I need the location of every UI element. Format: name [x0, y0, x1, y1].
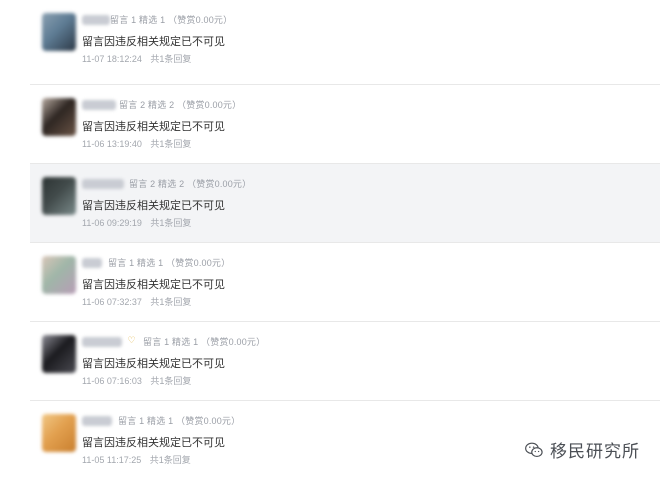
- comment-meta: 11-06 13:19:40 共1条回复: [82, 137, 191, 150]
- comment-meta: 11-06 07:32:37 共1条回复: [82, 295, 191, 308]
- comment-time: 11-06 07:32:37: [82, 297, 142, 307]
- wechat-icon: [525, 442, 543, 457]
- watermark: 移民研究所: [524, 437, 640, 462]
- reply-count[interactable]: 共1条回复: [150, 139, 191, 149]
- comment-message: 留言因违反相关规定已不可见: [82, 200, 225, 212]
- comment-item: ♡ 留言 1 精选 1 （赞赏0.00元） 留言因违反相关规定已不可见 11-0…: [30, 321, 660, 400]
- comment-item: 留言 1 精选 1 （赞赏0.00元） 留言因违反相关规定已不可见 11-07 …: [30, 0, 660, 84]
- reply-count[interactable]: 共1条回复: [150, 54, 191, 64]
- comment-time: 11-06 13:19:40: [82, 139, 142, 149]
- username-blurred[interactable]: [82, 100, 116, 110]
- comment-message: 留言因违反相关规定已不可见: [82, 358, 225, 370]
- comment-message: 留言因违反相关规定已不可见: [82, 437, 225, 449]
- comment-message: 留言因违反相关规定已不可见: [82, 121, 225, 133]
- comment-stats: 留言 1 精选 1 （赞赏0.00元）: [143, 337, 266, 347]
- comment-stats: 留言 1 精选 1 （赞赏0.00元）: [110, 15, 233, 25]
- avatar[interactable]: [42, 177, 76, 215]
- username-blurred[interactable]: [82, 416, 112, 426]
- comment-stats: 留言 1 精选 1 （赞赏0.00元）: [108, 258, 231, 268]
- comment-stats: 留言 2 精选 2 （赞赏0.00元）: [129, 179, 252, 189]
- avatar[interactable]: [42, 13, 76, 51]
- reply-count[interactable]: 共1条回复: [150, 455, 191, 465]
- username-blurred[interactable]: [82, 179, 124, 189]
- reply-count[interactable]: 共1条回复: [150, 376, 191, 386]
- watermark-text: 移民研究所: [550, 442, 640, 461]
- avatar[interactable]: [42, 98, 76, 136]
- comment-meta: 11-05 11:17:25 共1条回复: [82, 453, 191, 466]
- vip-badge-icon: ♡: [127, 335, 136, 345]
- comment-time: 11-05 11:17:25: [82, 455, 142, 465]
- avatar[interactable]: [42, 414, 76, 452]
- reply-count[interactable]: 共1条回复: [150, 297, 191, 307]
- username-blurred[interactable]: [82, 258, 102, 268]
- comment-meta: 11-07 18:12:24 共1条回复: [82, 52, 191, 65]
- reply-count[interactable]: 共1条回复: [150, 218, 191, 228]
- comment-meta: 11-06 07:16:03 共1条回复: [82, 374, 191, 387]
- comment-stats: 留言 1 精选 1 （赞赏0.00元）: [118, 416, 241, 426]
- comment-time: 11-06 09:29:19: [82, 218, 142, 228]
- comment-item: 留言 2 精选 2 （赞赏0.00元） 留言因违反相关规定已不可见 11-06 …: [30, 163, 660, 242]
- comment-meta: 11-06 09:29:19 共1条回复: [82, 216, 191, 229]
- comment-list: 留言 1 精选 1 （赞赏0.00元） 留言因违反相关规定已不可见 11-07 …: [30, 0, 660, 479]
- comment-item: 留言 1 精选 1 （赞赏0.00元） 留言因违反相关规定已不可见 11-06 …: [30, 242, 660, 321]
- comment-message: 留言因违反相关规定已不可见: [82, 279, 225, 291]
- comment-item: 留言 2 精选 2 （赞赏0.00元） 留言因违反相关规定已不可见 11-06 …: [30, 84, 660, 163]
- comment-stats: 留言 2 精选 2 （赞赏0.00元）: [119, 100, 242, 110]
- comment-time: 11-06 07:16:03: [82, 376, 142, 386]
- avatar[interactable]: [42, 256, 76, 294]
- username-blurred[interactable]: [82, 15, 110, 25]
- avatar[interactable]: [42, 335, 76, 373]
- username-blurred[interactable]: [82, 337, 122, 347]
- comment-time: 11-07 18:12:24: [82, 54, 142, 64]
- comment-message: 留言因违反相关规定已不可见: [82, 36, 225, 48]
